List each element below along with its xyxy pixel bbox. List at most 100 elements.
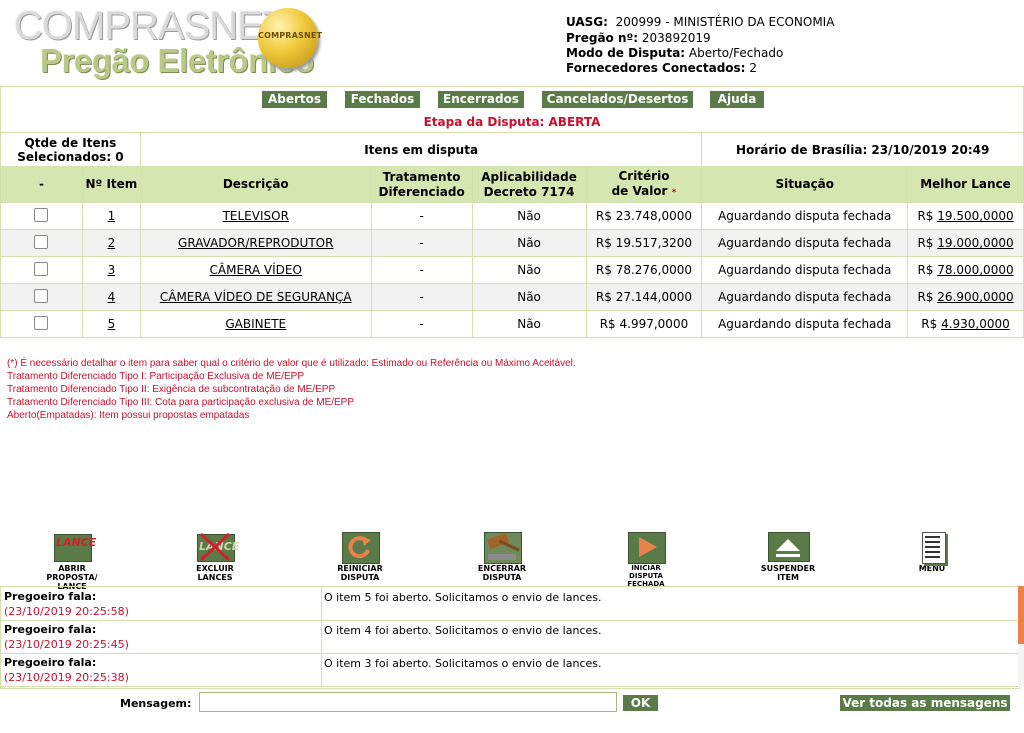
table-row: 5 GABINETE - Não R$ 4.997,0000 Aguardand…	[0, 310, 1024, 338]
note-tipo-3: Tratamento Diferenciado Tipo III: Cota p…	[7, 397, 355, 408]
message-time: (23/10/2019 20:25:38)	[4, 671, 129, 684]
eject-icon	[768, 532, 810, 562]
logo-seal-text: COMPRASNET	[258, 31, 323, 40]
item-number-link[interactable]: 4	[108, 290, 116, 304]
item-number-link[interactable]: 2	[108, 236, 116, 250]
excluir-lances-button[interactable]: LANCE EXCLUIR LANCES	[170, 532, 260, 582]
note-criterio: (*) É necessário detalhar o item para sa…	[7, 358, 576, 369]
message-row: Pregoeiro fala: (23/10/2019 20:25:58) O …	[1, 587, 1019, 621]
iniciar-l1: INICIAR	[631, 564, 661, 572]
col-descricao: Descrição	[139, 166, 372, 203]
item-number-link[interactable]: 3	[108, 263, 116, 277]
situacao-cell: Aguardando disputa fechada	[701, 202, 909, 230]
item-description-link[interactable]: GABINETE	[225, 317, 286, 331]
row-checkbox[interactable]	[34, 315, 49, 330]
col-criterio-l2: de Valor	[611, 183, 668, 198]
table-row: 4 CÂMERA VÍDEO DE SEGURANÇA - Não R$ 27.…	[0, 283, 1024, 311]
encerrar-disputa-button[interactable]: ENCERRAR DISPUTA	[457, 532, 547, 582]
messages-scrollbar-thumb[interactable]	[1018, 586, 1024, 644]
abrir-proposta-lance-button[interactable]: LANCE ABRIR PROPOSTA/LANCE	[27, 532, 117, 591]
currency: R$	[917, 290, 934, 304]
play-icon	[626, 532, 666, 564]
pregao-value: 203892019	[641, 31, 711, 45]
excluir-lance-icon: LANCE	[195, 532, 239, 562]
info-pregao: Pregão nº: 203892019	[566, 30, 711, 46]
tab-encerrados[interactable]: Encerrados	[438, 91, 524, 108]
message-divider	[321, 653, 322, 686]
mensagem-label: Mensagem:	[120, 697, 192, 710]
row-checkbox[interactable]	[34, 234, 49, 249]
table-row: 1 TELEVISOR - Não R$ 23.748,0000 Aguarda…	[0, 202, 1024, 230]
col-criterio-l1: Critério	[618, 168, 670, 183]
item-description-link[interactable]: CÂMERA VÍDEO	[210, 263, 302, 277]
item-description-link[interactable]: GRAVADOR/REPRODUTOR	[178, 236, 333, 250]
tratamento-cell: -	[370, 310, 473, 338]
melhor-lance-link[interactable]: 4.930,0000	[941, 317, 1010, 331]
melhor-lance-link[interactable]: 26.900,0000	[937, 290, 1013, 304]
abrir-l1: ABRIR	[58, 564, 86, 573]
currency: R$	[921, 317, 938, 331]
info-modo: Modo de Disputa: Aberto/Fechado	[566, 45, 783, 61]
qtde-selecionados: Qtde de Itens Selecionados: 0	[0, 132, 141, 167]
item-description-link[interactable]: CÂMERA VÍDEO DE SEGURANÇA	[160, 290, 352, 304]
row-checkbox[interactable]	[34, 261, 49, 276]
tab-fechados[interactable]: Fechados	[345, 91, 420, 108]
qtde-label: Qtde de Itens	[24, 135, 117, 150]
row-checkbox[interactable]	[34, 288, 49, 303]
situacao-cell: Aguardando disputa fechada	[701, 283, 909, 311]
message-row: Pregoeiro fala: (23/10/2019 20:25:45) O …	[1, 620, 1019, 654]
tratamento-cell: -	[370, 256, 473, 284]
situacao-cell: Aguardando disputa fechada	[701, 310, 909, 338]
messages-panel: Pregoeiro fala: (23/10/2019 20:25:58) O …	[0, 586, 1020, 689]
modo-value: Aberto/Fechado	[688, 46, 784, 60]
message-divider	[321, 587, 322, 620]
mensagem-input[interactable]	[199, 692, 617, 712]
lance-icon: LANCE	[52, 532, 96, 562]
melhor-lance-link[interactable]: 78.000,0000	[937, 263, 1013, 277]
criterio-asterisk: *	[671, 187, 677, 198]
currency: R$	[917, 209, 934, 223]
fornecedores-value: 2	[749, 61, 757, 75]
table-row: 2 GRAVADOR/REPRODUTOR - Não R$ 19.517,32…	[0, 229, 1024, 257]
iniciar-l2: DISPUTA	[629, 572, 663, 580]
message-sender: Pregoeiro fala:	[4, 656, 97, 669]
suspender-l2: ITEM	[777, 573, 799, 582]
melhor-lance-link[interactable]: 19.500,0000	[937, 209, 1013, 223]
message-divider	[321, 620, 322, 653]
col-melhor-lance: Melhor Lance	[907, 166, 1024, 203]
suspender-item-button[interactable]: SUSPENDER ITEM	[743, 532, 833, 582]
note-empatadas: Aberto(Empatadas): Item possui propostas…	[7, 410, 250, 421]
suspender-l1: SUSPENDER	[760, 564, 816, 573]
item-description-link[interactable]: TELEVISOR	[223, 209, 289, 223]
excluir-l2: LANCES	[197, 573, 233, 582]
criterio-cell: R$ 23.748,0000	[585, 202, 703, 230]
col-tratamento-l2: Diferenciado	[378, 184, 465, 199]
tratamento-cell: -	[370, 202, 473, 230]
gavel-icon	[482, 532, 522, 564]
iniciar-disputa-fechada-button[interactable]: INICIAR DISPUTA FECHADA	[601, 532, 691, 588]
tab-cancelados-desertos[interactable]: Cancelados/Desertos	[542, 91, 693, 108]
pregao-label: Pregão nº:	[566, 31, 639, 45]
note-tipo-1: Tratamento Diferenciado Tipo I: Particip…	[7, 371, 304, 382]
aplicabilidade-cell: Não	[471, 202, 587, 230]
items-table: Qtde de Itens Selecionados: 0 Itens em di…	[0, 132, 1024, 338]
item-number-link[interactable]: 5	[108, 317, 116, 331]
message-time: (23/10/2019 20:25:45)	[4, 638, 129, 651]
ok-button[interactable]: OK	[623, 695, 658, 711]
currency: R$	[917, 236, 934, 250]
qtde-value: Selecionados: 0	[17, 149, 124, 164]
reiniciar-disputa-button[interactable]: REINICIAR DISPUTA	[315, 532, 405, 582]
col-tratamento-l1: Tratamento	[382, 169, 461, 184]
tab-ajuda[interactable]: Ajuda	[710, 91, 764, 108]
melhor-lance-link[interactable]: 19.000,0000	[937, 236, 1013, 250]
lance-icon-text: LANCE	[56, 536, 97, 549]
criterio-cell: R$ 19.517,3200	[585, 229, 703, 257]
row-checkbox[interactable]	[34, 207, 49, 222]
note-tipo-2: Tratamento Diferenciado Tipo II: Exigênc…	[7, 384, 336, 395]
ver-todas-mensagens-button[interactable]: Ver todas as mensagens	[840, 695, 1010, 711]
reiniciar-l1: REINICIAR	[337, 564, 383, 573]
menu-button[interactable]: MENU	[887, 532, 977, 573]
tab-abertos[interactable]: Abertos	[262, 91, 327, 108]
message-time: (23/10/2019 20:25:58)	[4, 605, 129, 618]
item-number-link[interactable]: 1	[108, 209, 116, 223]
